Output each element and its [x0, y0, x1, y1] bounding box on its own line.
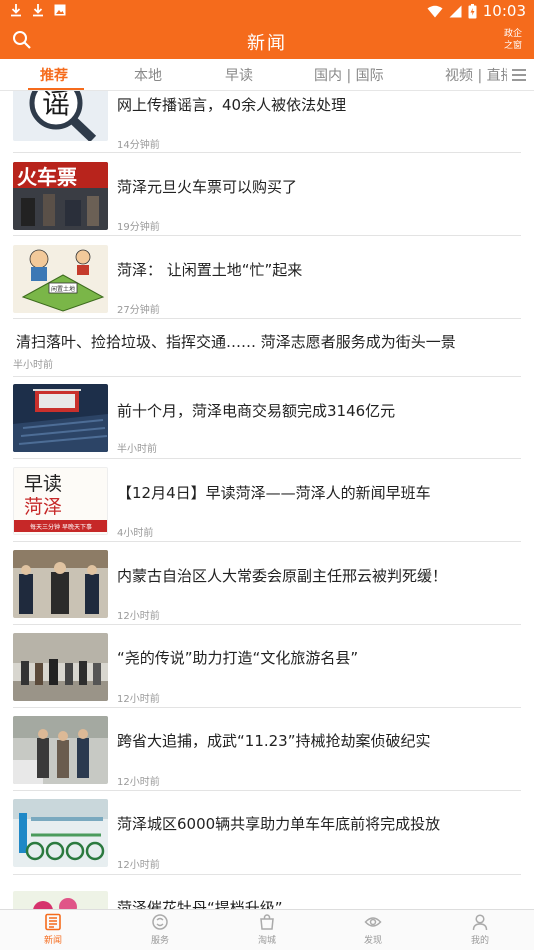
news-item[interactable]: 早读 菏泽 每天三分钟 早晚天下事 【12月4日】早读菏泽——菏泽人的新闻早班车…: [13, 459, 521, 542]
tab-domestic-international[interactable]: 国内 | 国际: [314, 65, 384, 85]
news-time: 27分钟前: [117, 305, 160, 316]
status-bar: 10:03: [0, 0, 534, 24]
page-title: 新闻: [247, 33, 287, 54]
signal-icon: [449, 5, 462, 17]
news-time: 半小时前: [13, 360, 53, 371]
news-title: 菏泽元旦火车票可以购买了: [117, 178, 298, 196]
news-time: 12小时前: [117, 860, 160, 871]
news-thumbnail: [13, 799, 108, 867]
news-item[interactable]: “尧的传说”助力打造“文化旅游名县” 12小时前: [13, 625, 521, 708]
zaodu-slogan: 每天三分钟 早晚天下事: [30, 523, 92, 531]
tab-local[interactable]: 本地: [134, 65, 162, 85]
news-item[interactable]: 跨省大追捕，成武“11.23”持械抢劫案侦破纪实 12小时前: [13, 708, 521, 791]
download-icon: [33, 4, 43, 17]
news-thumbnail: 谣: [13, 91, 108, 141]
nav-profile[interactable]: 我的: [455, 913, 505, 946]
news-thumbnail: [13, 716, 108, 784]
zaodu-title: 早读: [24, 473, 62, 495]
battery-icon: [468, 3, 477, 18]
news-item[interactable]: 内蒙古自治区人大常委会原副主任邢云被判死缓！ 12小时前: [13, 542, 521, 625]
news-title: 清扫落叶、捡拾垃圾、指挥交通…… 菏泽志愿者服务成为街头一景: [16, 333, 456, 351]
news-title: “尧的传说”助力打造“文化旅游名县”: [117, 649, 359, 667]
news-title: 网上传播谣言，40余人被依法处理: [117, 96, 347, 114]
tab-morning-read[interactable]: 早读: [225, 65, 253, 85]
land-sign: 闲置土地: [51, 285, 75, 293]
news-title: 菏泽： 让闲置土地“忙”起来: [117, 261, 303, 279]
train-ticket-sign: 火车票: [17, 165, 77, 189]
image-notification-icon: [54, 4, 66, 16]
nav-discover-label: 发现: [363, 936, 382, 946]
news-title: 菏泽城区6000辆共享助力单车年底前将完成投放: [117, 815, 441, 833]
news-time: 12小时前: [117, 611, 160, 622]
clock: 10:03: [482, 2, 526, 20]
news-title: 菏泽催花牡丹“提档升级”: [117, 899, 283, 909]
user-icon: [472, 914, 488, 931]
news-time: 12小时前: [117, 777, 160, 788]
category-tabs: 推荐 本地 早读 国内 | 国际 视频 | 直播: [0, 59, 534, 91]
tab-video-live[interactable]: 视频 | 直播: [445, 65, 507, 85]
news-title: 【12月4日】早读菏泽——菏泽人的新闻早班车: [117, 484, 431, 502]
news-thumbnail: [13, 891, 108, 909]
wifi-icon: [427, 5, 443, 17]
news-item[interactable]: 菏泽城区6000辆共享助力单车年底前将完成投放 12小时前: [13, 791, 521, 875]
nav-profile-label: 我的: [470, 936, 489, 946]
news-thumbnail: 闲置土地: [13, 245, 108, 313]
news-time: 半小时前: [117, 444, 157, 455]
rumor-character: 谣: [42, 91, 70, 120]
news-item[interactable]: 清扫落叶、捡拾垃圾、指挥交通…… 菏泽志愿者服务成为街头一景 半小时前: [13, 319, 521, 377]
service-icon: [152, 914, 168, 930]
nav-discover[interactable]: 发现: [348, 913, 398, 946]
bottom-navigation: 新闻 服务 淘城 发现 我的: [0, 909, 534, 950]
news-feed[interactable]: 谣 网上传播谣言，40余人被依法处理 14分钟前 火车票 菏泽元旦火车票可以购买…: [0, 91, 534, 909]
news-item[interactable]: 谣 网上传播谣言，40余人被依法处理 14分钟前: [13, 91, 521, 153]
news-icon: [45, 913, 61, 931]
nav-news[interactable]: 新闻: [28, 913, 78, 946]
nav-news-label: 新闻: [43, 936, 62, 946]
app-header: 新闻 政企之窗: [0, 24, 534, 59]
news-item[interactable]: 闲置土地 菏泽： 让闲置土地“忙”起来 27分钟前: [13, 236, 521, 319]
nav-service[interactable]: 服务: [135, 913, 185, 946]
shopping-bag-icon: [260, 914, 274, 930]
download-icon: [11, 4, 21, 17]
nav-service-label: 服务: [150, 936, 169, 946]
news-item[interactable]: 火车票 菏泽元旦火车票可以购买了 19分钟前: [13, 153, 521, 236]
tab-recommended[interactable]: 推荐: [40, 65, 68, 85]
news-thumbnail: 早读 菏泽 每天三分钟 早晚天下事: [13, 467, 108, 535]
news-time: 19分钟前: [117, 222, 160, 233]
discover-eye-icon: [364, 917, 382, 927]
news-title: 内蒙古自治区人大常委会原副主任邢云被判死缓！: [117, 567, 448, 585]
news-time: 4小时前: [117, 528, 154, 539]
menu-lines-icon: [512, 69, 526, 71]
zaodu-city: 菏泽: [24, 496, 62, 518]
tab-menu-button[interactable]: [512, 66, 526, 84]
nav-shopping[interactable]: 淘城: [242, 913, 292, 946]
news-thumbnail: 火车票: [13, 162, 108, 230]
news-title: 前十个月，菏泽电商交易额完成3146亿元: [117, 402, 396, 420]
news-thumbnail: [13, 633, 108, 701]
news-thumbnail: [13, 384, 108, 452]
news-title: 跨省大追捕，成武“11.23”持械抢劫案侦破纪实: [117, 732, 431, 750]
news-time: 14分钟前: [117, 140, 160, 151]
news-thumbnail: [13, 550, 108, 618]
news-item[interactable]: 前十个月，菏泽电商交易额完成3146亿元 半小时前: [13, 377, 521, 459]
news-time: 12小时前: [117, 694, 160, 705]
news-item[interactable]: 菏泽催花牡丹“提档升级”: [13, 875, 521, 909]
gov-enterprise-button[interactable]: 政企之窗: [502, 28, 524, 52]
active-tab-indicator: [28, 88, 84, 90]
nav-shopping-label: 淘城: [257, 936, 276, 946]
